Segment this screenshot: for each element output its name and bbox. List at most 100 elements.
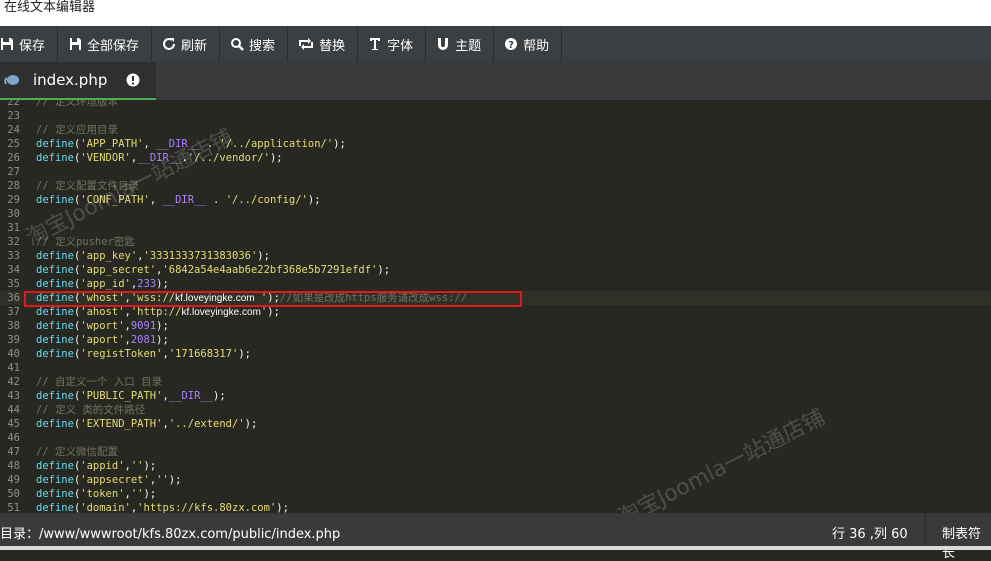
- code-line[interactable]: 23: [0, 109, 991, 123]
- indent-setting[interactable]: 制表符长: [942, 523, 991, 561]
- code-line[interactable]: 37 define('ahost','http://kf.loveyingke.c…: [0, 305, 991, 319]
- code-text: define('wport',9091);: [36, 319, 169, 333]
- code-text: define('app_secret','6842a54e4aab6e22bf3…: [36, 263, 390, 277]
- code-token: 'VENDOR': [80, 152, 131, 164]
- code-token: define: [36, 418, 74, 430]
- code-token: ,: [149, 194, 163, 206]
- code-token: define: [36, 474, 74, 486]
- code-token: );: [156, 320, 169, 332]
- info-icon[interactable]: [126, 73, 140, 87]
- code-line[interactable]: 49 define('appsecret','');: [0, 473, 991, 487]
- code-token: );: [269, 152, 283, 164]
- tab-bar: index.php: [0, 62, 991, 100]
- code-line[interactable]: 39 define('aport',2081);: [0, 333, 991, 347]
- code-token: // 定义环境版本: [36, 100, 118, 108]
- code-token: );: [257, 250, 270, 262]
- code-line[interactable]: 51 define('domain','https://kfs.80zx.com'…: [0, 501, 991, 513]
- code-line[interactable]: 31: [0, 221, 991, 235]
- tab-index-php[interactable]: index.php: [0, 62, 156, 100]
- code-line[interactable]: 47 // 定义微信配置: [0, 445, 991, 459]
- code-token: );: [156, 278, 169, 290]
- red-highlight-box: [24, 291, 522, 307]
- code-token: __DIR__: [168, 390, 214, 402]
- code-token: 'app_key': [80, 250, 138, 262]
- code-token: );: [213, 390, 226, 402]
- code-token: );: [143, 488, 157, 500]
- code-token: define: [36, 460, 74, 472]
- code-token: '3331333731383036': [143, 250, 258, 262]
- code-line[interactable]: 33 define('app_key','3331333731383036');: [0, 249, 991, 263]
- code-line[interactable]: 30: [0, 207, 991, 221]
- code-token: // 定义 类的文件路径: [36, 404, 146, 416]
- line-number: 40: [7, 348, 20, 360]
- line-number: 36: [7, 292, 20, 304]
- code-line[interactable]: 50 define('token','');: [0, 487, 991, 501]
- code-text: // 自定义一个 入口 目录: [36, 375, 162, 389]
- code-line[interactable]: 24 // 定义应用目录: [0, 123, 991, 137]
- code-line[interactable]: 48 define('appid','');: [0, 459, 991, 473]
- search-button[interactable]: 搜索: [220, 26, 289, 62]
- code-line[interactable]: 22 // 定义环境版本: [0, 100, 991, 109]
- code-line[interactable]: 29 define('CONF_PATH', __DIR__ . '/../con…: [0, 193, 991, 207]
- code-token: '171668317': [168, 348, 239, 360]
- code-line[interactable]: 35 define('app_id',233);: [0, 277, 991, 291]
- code-text: define('app_id',233);: [36, 277, 169, 291]
- code-token: 'EXTEND_PATH': [80, 418, 163, 430]
- line-number: 47: [7, 446, 20, 458]
- font-button[interactable]: 字体: [358, 26, 427, 62]
- code-line[interactable]: 46: [0, 431, 991, 445]
- status-bar: 目录：/www/wwwroot/kfs.80zx.com/public/inde…: [0, 513, 991, 561]
- code-token: define: [36, 488, 74, 500]
- help-button[interactable]: ? 帮助: [494, 26, 563, 62]
- refresh-button[interactable]: 刷新: [152, 26, 221, 62]
- line-number: 50: [7, 488, 20, 500]
- code-token: '': [130, 460, 144, 472]
- replace-button[interactable]: 替换: [288, 26, 359, 62]
- code-line[interactable]: 42 // 自定义一个 入口 目录: [0, 375, 991, 389]
- code-line[interactable]: 38 define('wport',9091);: [0, 319, 991, 333]
- save-button[interactable]: 保存: [0, 26, 59, 62]
- code-text: define('registToken','171668317');: [36, 347, 251, 361]
- code-line[interactable]: 34 define('app_secret','6842a54e4aab6e22b…: [0, 263, 991, 277]
- code-token: 'appsecret': [80, 474, 150, 486]
- code-line[interactable]: 40 define('registToken','171668317');: [0, 347, 991, 361]
- code-token: define: [36, 320, 74, 332]
- code-line[interactable]: 44 // 定义 类的文件路径: [0, 403, 991, 417]
- save-all-button[interactable]: 全部保存: [58, 26, 153, 62]
- code-token: kf.loveyingke.com: [181, 307, 261, 318]
- line-number: 35: [7, 278, 20, 290]
- code-token: define: [36, 278, 74, 290]
- code-token: );: [276, 502, 289, 513]
- code-token: );: [238, 348, 251, 360]
- tab-label: index.php: [33, 71, 108, 89]
- code-token: 'PUBLIC_PATH': [80, 390, 163, 402]
- code-line[interactable]: 32// 定义pusher密匙: [0, 235, 991, 249]
- code-token: 'aport': [80, 334, 125, 346]
- code-line[interactable]: 45 define('EXTEND_PATH','../extend/');: [0, 417, 991, 431]
- line-number: 39: [7, 334, 20, 346]
- line-number: 38: [7, 320, 20, 332]
- line-number: 22: [7, 100, 20, 108]
- code-text: define('token','');: [36, 487, 156, 501]
- line-number: 25: [7, 138, 20, 150]
- code-token: );: [333, 138, 346, 150]
- code-line[interactable]: 43 define('PUBLIC_PATH',__DIR__);: [0, 389, 991, 403]
- code-token: );: [168, 474, 182, 486]
- code-token: 2081: [130, 334, 157, 346]
- code-token: );: [267, 306, 280, 318]
- code-token: 'app_id': [80, 278, 131, 290]
- code-line[interactable]: 41: [0, 361, 991, 375]
- file-path: 目录：/www/wwwroot/kfs.80zx.com/public/inde…: [0, 527, 341, 542]
- line-number: 29: [7, 194, 20, 206]
- code-token: );: [156, 334, 169, 346]
- font-icon: [370, 38, 381, 50]
- theme-button[interactable]: 主题: [426, 26, 495, 62]
- code-token: 9091: [130, 320, 157, 332]
- code-token: 'registToken': [80, 348, 163, 360]
- code-text: define('domain','https://kfs.80zx.com');: [36, 501, 289, 513]
- line-number: 46: [7, 432, 20, 444]
- code-line[interactable]: 25 define('APP_PATH', __DIR__ . '/../appl…: [0, 137, 991, 151]
- code-token: 233: [137, 278, 157, 290]
- code-editor[interactable]: 22 // 定义环境版本 23 24// 定义应用目录 25 define('APP_PA…: [0, 100, 991, 513]
- horizontal-scrollbar[interactable]: [0, 546, 991, 550]
